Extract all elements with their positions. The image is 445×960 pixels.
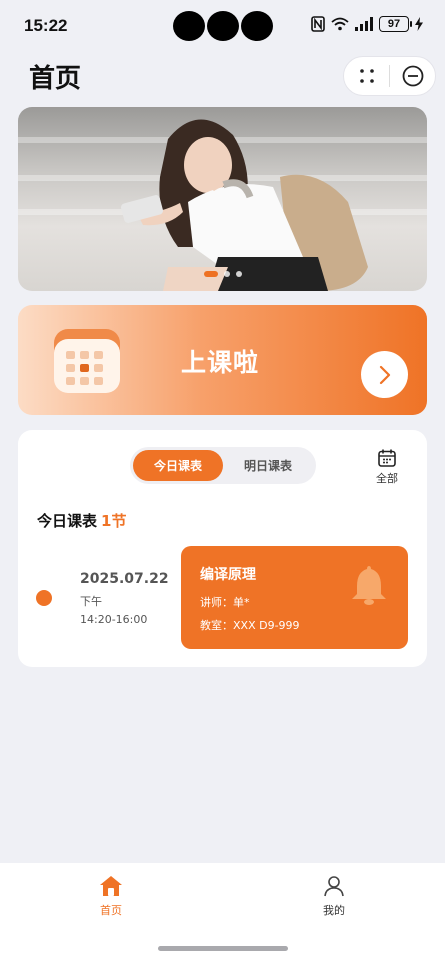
- course-card[interactable]: 编译原理 讲师：单* 教室：XXX D9-999: [181, 546, 408, 649]
- schedule-period: 下午: [80, 595, 102, 608]
- pagination-dot: [203, 271, 218, 277]
- page-title: 首页: [29, 64, 82, 94]
- bell-icon: [352, 566, 386, 605]
- schedule-tabs: 今日课表 明日课表: [130, 447, 316, 484]
- nav-label-profile: 我的: [323, 904, 345, 917]
- battery-indicator: 97: [379, 16, 412, 32]
- banner-pagination: [18, 271, 427, 277]
- schedule-time: 2025.07.22 下午 14:20-16:00: [80, 571, 169, 626]
- course-room: 教室：XXX D9-999: [200, 619, 300, 632]
- signal-icon: [355, 17, 373, 31]
- charging-icon: [415, 17, 423, 31]
- more-dots-icon: [359, 69, 374, 83]
- user-icon: [324, 876, 344, 897]
- go-button[interactable]: [361, 351, 408, 398]
- home-indicator: [158, 946, 288, 951]
- status-bar: 15:22 97: [0, 0, 445, 52]
- wifi-icon: [331, 17, 349, 31]
- count-label: 今日课表: [37, 512, 98, 530]
- schedule-time-range: 14:20-16:00: [80, 613, 148, 626]
- nav-item-profile[interactable]: 我的: [304, 875, 364, 918]
- tab-tomorrow[interactable]: 明日课表: [223, 450, 313, 481]
- more-button[interactable]: [344, 57, 389, 95]
- schedule-date: 2025.07.22: [80, 571, 169, 587]
- close-button[interactable]: [390, 57, 435, 95]
- class-card-title: 上课啦: [181, 348, 260, 377]
- schedule-panel: 今日课表 明日课表 全部 今日课表 1节 2025.07.22 下午 14:20-…: [18, 430, 427, 667]
- status-icons: 97: [311, 16, 423, 32]
- course-name: 编译原理: [200, 567, 256, 583]
- count-value: 1节: [101, 512, 127, 530]
- camera-cutout: [173, 11, 273, 41]
- all-schedule-button[interactable]: 全部: [372, 448, 402, 486]
- timeline-dot: [36, 590, 52, 606]
- calendar-icon: [52, 325, 124, 401]
- course-teacher: 讲师：单*: [200, 596, 250, 609]
- banner-photo: [120, 119, 368, 291]
- class-start-card[interactable]: 上课啦: [18, 305, 427, 415]
- mini-program-capsule: [343, 56, 436, 96]
- nav-item-home[interactable]: 首页: [81, 875, 141, 918]
- minimize-circle-icon: [402, 65, 423, 87]
- nfc-icon: [311, 16, 325, 32]
- banner-carousel[interactable]: [18, 107, 427, 291]
- chevron-right-icon: [379, 365, 390, 384]
- schedule-count: 今日课表 1节: [37, 510, 126, 531]
- pagination-dot: [235, 271, 242, 277]
- all-label: 全部: [376, 472, 398, 485]
- tab-today[interactable]: 今日课表: [133, 450, 223, 481]
- nav-label-home: 首页: [100, 904, 122, 917]
- calendar-small-icon: [378, 449, 396, 467]
- home-icon: [100, 876, 122, 896]
- pagination-dot: [223, 271, 230, 277]
- status-time: 15:22: [24, 16, 68, 35]
